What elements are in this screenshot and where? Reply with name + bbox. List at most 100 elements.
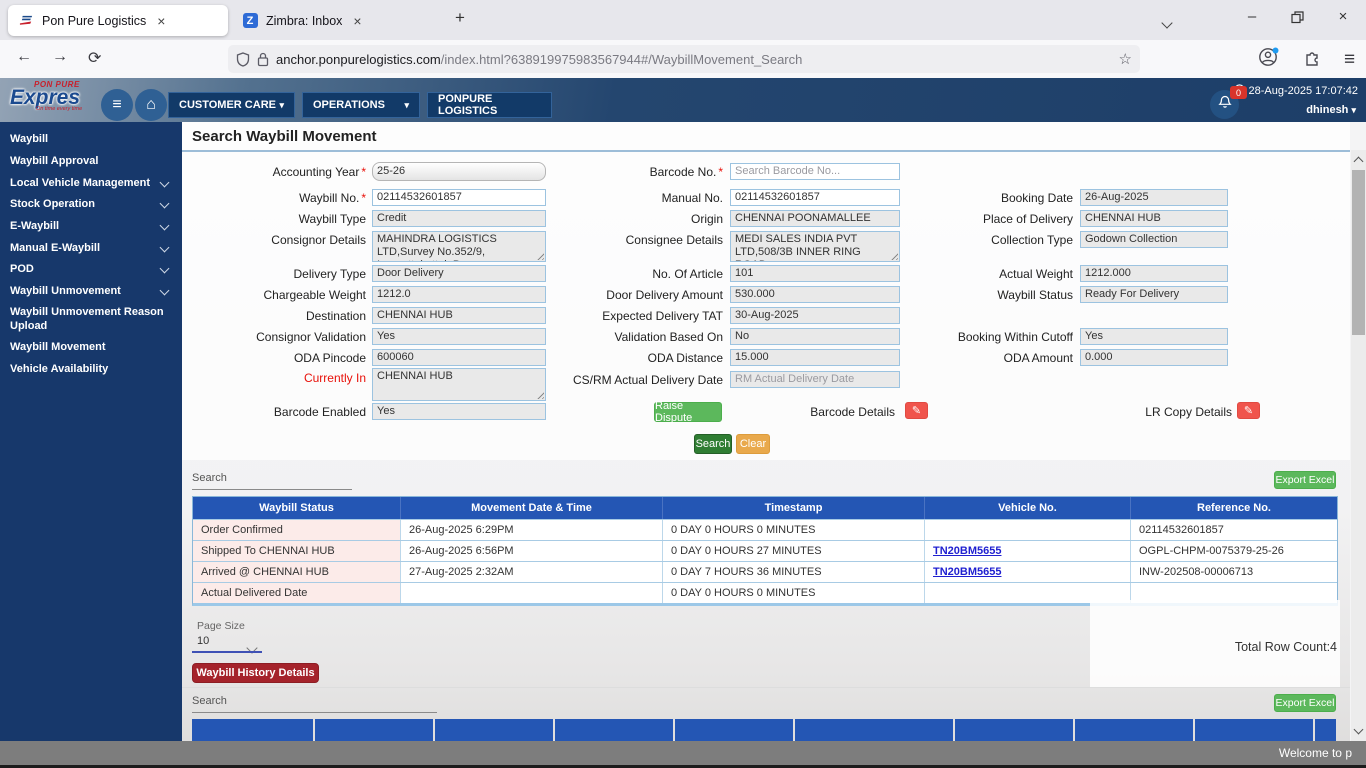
- scrollbar-thumb[interactable]: [1352, 170, 1365, 335]
- resize-handle-icon[interactable]: [535, 390, 544, 399]
- col-waybill-status[interactable]: Waybill Status: [193, 497, 401, 519]
- waybill-history-details-button[interactable]: Waybill History Details: [192, 663, 319, 683]
- address-bar[interactable]: anchor.ponpurelogistics.com/index.html?6…: [228, 45, 1140, 73]
- col-timestamp[interactable]: Timestamp: [663, 497, 925, 519]
- sidebar-item-waybill[interactable]: Waybill: [0, 132, 182, 146]
- app-menu-button[interactable]: ≡: [101, 89, 133, 121]
- notification-count-badge: 0: [1230, 86, 1247, 99]
- maximize-button[interactable]: [1282, 11, 1312, 28]
- menu-hamburger-icon[interactable]: ≡: [1344, 49, 1355, 70]
- sidebar-item-stock-operation[interactable]: Stock Operation: [0, 197, 182, 211]
- sidebar-item-waybill-unmovement-reason-upload[interactable]: Waybill Unmovement Reason Upload: [0, 305, 170, 333]
- collection-type-field: Godown Collection: [1080, 231, 1228, 248]
- expected-delivery-tat-label: Expected Delivery TAT: [602, 309, 723, 323]
- close-window-button[interactable]: ×: [1328, 8, 1358, 25]
- actual-weight-label: Actual Weight: [999, 267, 1073, 281]
- oda-distance-label: ODA Distance: [647, 351, 723, 365]
- nav-ponpure-logistics[interactable]: PONPURE LOGISTICS: [427, 92, 552, 118]
- consignor-details-label: Consignor Details: [271, 233, 366, 247]
- delivery-type-field: Door Delivery: [372, 265, 546, 282]
- col-movement-date-time[interactable]: Movement Date & Time: [401, 497, 663, 519]
- nav-operations[interactable]: OPERATIONS ▾: [302, 92, 420, 118]
- movement-table: Waybill Status Movement Date & Time Time…: [192, 496, 1338, 606]
- barcode-no-input[interactable]: Search Barcode No...: [730, 163, 900, 180]
- user-menu[interactable]: dhinesh ▾: [1306, 104, 1356, 116]
- destination-label: Destination: [305, 309, 366, 323]
- account-icon[interactable]: [1258, 46, 1280, 73]
- movement-table-header: Waybill Status Movement Date & Time Time…: [193, 497, 1337, 519]
- lr-copy-details-label: LR Copy Details: [1145, 405, 1232, 419]
- sidebar-item-waybill-approval[interactable]: Waybill Approval: [0, 154, 182, 168]
- sidebar: [0, 122, 183, 742]
- manual-no-input[interactable]: 02114532601857: [730, 189, 900, 206]
- chevron-down-icon: [159, 198, 170, 209]
- tab-close-icon[interactable]: ×: [350, 13, 364, 29]
- movement-search-input[interactable]: Search: [192, 472, 227, 484]
- waybill-no-label: Waybill No. *: [299, 191, 366, 205]
- tab-close-icon[interactable]: ×: [154, 13, 168, 29]
- vehicle-no-link[interactable]: TN20BM5655: [933, 566, 1001, 578]
- screen: Pon Pure Logistics × Z Zimbra: Inbox × +…: [0, 0, 1366, 768]
- caret-down-icon: ▾: [1351, 105, 1356, 115]
- home-icon: ⌂: [146, 96, 156, 113]
- chevron-down-icon: [159, 285, 170, 296]
- scroll-up-button[interactable]: [1351, 152, 1366, 168]
- resize-handle-icon[interactable]: [889, 251, 898, 260]
- history-export-excel-button[interactable]: Export Excel: [1274, 694, 1336, 712]
- reload-button[interactable]: ⟳: [88, 48, 101, 68]
- zimbra-favicon: Z: [242, 13, 258, 29]
- resize-handle-icon[interactable]: [535, 251, 544, 260]
- bookmark-star-icon[interactable]: ☆: [1119, 50, 1132, 68]
- search-button[interactable]: Search: [694, 434, 732, 454]
- booking-date-label: Booking Date: [1000, 191, 1073, 205]
- sidebar-item-e-waybill[interactable]: E-Waybill: [0, 219, 182, 233]
- table-row: Shipped To CHENNAI HUB 26-Aug-2025 6:56P…: [193, 540, 1337, 561]
- export-excel-button[interactable]: Export Excel: [1274, 471, 1336, 489]
- col-reference-no[interactable]: Reference No.: [1131, 497, 1337, 519]
- lr-copy-details-edit-button[interactable]: ✎: [1237, 402, 1260, 419]
- sidebar-item-waybill-movement[interactable]: Waybill Movement: [0, 340, 182, 354]
- sidebar-item-vehicle-availability[interactable]: Vehicle Availability: [0, 362, 182, 376]
- scroll-down-button[interactable]: [1351, 723, 1366, 739]
- consignor-details-textarea: MAHINDRA LOGISTICS LTD,Survey No.352/9, …: [372, 231, 546, 262]
- home-button[interactable]: ⌂: [135, 89, 167, 121]
- browser-tab-zimbra[interactable]: Z Zimbra: Inbox ×: [232, 5, 452, 36]
- history-search-input[interactable]: Search: [192, 695, 227, 707]
- col-vehicle-no[interactable]: Vehicle No.: [925, 497, 1131, 519]
- csrm-actual-delivery-date-input[interactable]: RM Actual Delivery Date: [730, 371, 900, 388]
- sidebar-item-manual-e-waybill[interactable]: Manual E-Waybill: [0, 241, 182, 255]
- chevron-down-icon: [159, 177, 170, 188]
- nav-customer-care[interactable]: CUSTOMER CARE ▾: [168, 92, 295, 118]
- hamburger-icon: ≡: [112, 96, 122, 113]
- extensions-puzzle-icon[interactable]: [1302, 47, 1322, 72]
- waybill-no-input[interactable]: 02114532601857: [372, 189, 546, 206]
- chargeable-weight-field: 1212.0: [372, 286, 546, 303]
- sidebar-item-pod[interactable]: POD: [0, 262, 182, 276]
- accounting-year-select[interactable]: 25-26: [372, 162, 546, 181]
- waybill-type-field: Credit: [372, 210, 546, 227]
- raise-dispute-button[interactable]: Raise Dispute: [654, 400, 722, 424]
- tab-list-chevron-icon[interactable]: [1152, 14, 1182, 31]
- header-datetime: 28-Aug-2025 17:07:42: [1233, 84, 1358, 98]
- tab-title: Zimbra: Inbox: [266, 13, 343, 28]
- sidebar-item-waybill-unmovement[interactable]: Waybill Unmovement: [0, 284, 182, 298]
- forward-button[interactable]: →: [52, 48, 68, 66]
- minimize-button[interactable]: –: [1237, 8, 1267, 25]
- total-row-count: Total Row Count:4: [1234, 640, 1337, 654]
- new-tab-button[interactable]: +: [455, 8, 465, 28]
- collection-type-label: Collection Type: [991, 233, 1073, 247]
- barcode-details-edit-button[interactable]: ✎: [905, 402, 928, 419]
- page-size-select[interactable]: 10: [197, 635, 209, 647]
- back-button[interactable]: ←: [16, 48, 32, 66]
- browser-tab-ponpure[interactable]: Pon Pure Logistics ×: [8, 5, 228, 36]
- shield-icon[interactable]: [236, 51, 250, 67]
- pencil-edit-icon: ✎: [1243, 405, 1254, 417]
- sidebar-item-local-vehicle-management[interactable]: Local Vehicle Management: [0, 176, 182, 190]
- actual-weight-field: 1212.000: [1080, 265, 1228, 282]
- page-size-underline: [192, 651, 262, 653]
- booking-date-field: 26-Aug-2025: [1080, 189, 1228, 206]
- door-delivery-amount-label: Door Delivery Amount: [606, 288, 723, 302]
- vehicle-no-link[interactable]: TN20BM5655: [933, 545, 1001, 557]
- clear-button[interactable]: Clear: [736, 434, 770, 454]
- lock-icon[interactable]: [257, 52, 269, 67]
